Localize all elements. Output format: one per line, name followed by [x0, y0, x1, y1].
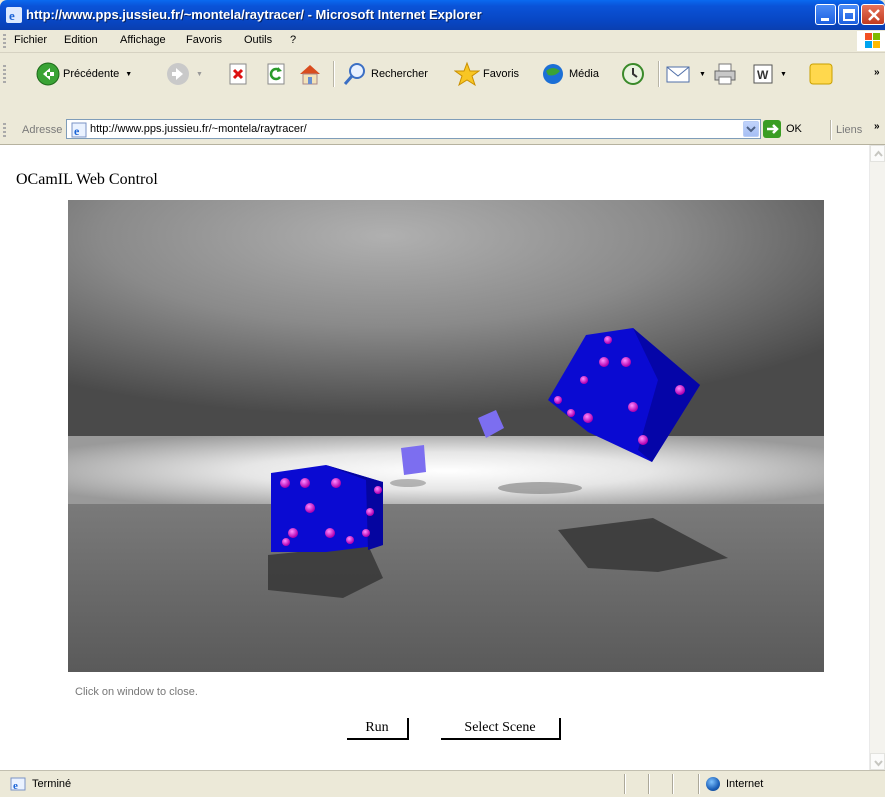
status-separator [624, 774, 626, 794]
select-scene-button[interactable]: Select Scene [441, 718, 561, 740]
media-button[interactable]: Média [540, 61, 599, 87]
forward-button[interactable]: ▼ [166, 61, 203, 87]
run-button[interactable]: Run [347, 718, 409, 740]
menu-fichier[interactable]: Fichier [14, 34, 47, 46]
print-icon [714, 63, 736, 85]
word-icon: W [753, 64, 773, 84]
messenger-button[interactable] [808, 61, 834, 87]
status-separator [698, 774, 700, 794]
close-hint: Click on window to close. [75, 686, 198, 698]
home-button[interactable] [298, 61, 322, 87]
word-button[interactable]: W ▼ [752, 61, 787, 87]
security-zone: Internet [726, 778, 764, 790]
toolbar-overflow-chevron[interactable]: » [874, 67, 880, 78]
toolbar-separator [333, 61, 335, 87]
svg-text:e: e [13, 780, 18, 791]
back-button[interactable]: Précédente ▼ [36, 61, 132, 87]
mail-button[interactable]: ▼ [665, 61, 706, 87]
search-label: Rechercher [371, 68, 428, 80]
chevron-down-icon[interactable]: ▼ [780, 71, 787, 78]
close-button[interactable] [861, 4, 885, 25]
go-label: OK [786, 123, 802, 135]
status-separator [648, 774, 650, 794]
page-title: OCamIL Web Control [16, 171, 158, 188]
mail-icon [666, 66, 690, 83]
go-arrow-icon [763, 120, 781, 138]
vertical-scrollbar[interactable] [869, 145, 885, 770]
menu-affichage[interactable]: Affichage [120, 34, 166, 46]
links-overflow-chevron[interactable]: » [874, 121, 880, 132]
chevron-up-icon [874, 150, 883, 157]
refresh-icon [267, 63, 285, 85]
favorites-button[interactable]: Favoris [454, 61, 519, 87]
menu-edition[interactable]: Edition [64, 34, 98, 46]
toolbar-separator [830, 120, 832, 140]
media-icon [543, 64, 563, 84]
chevron-down-icon[interactable]: ▼ [699, 71, 706, 78]
back-arrow-icon [36, 62, 60, 86]
address-dropdown-button[interactable] [743, 121, 759, 137]
menu-favoris[interactable]: Favoris [186, 34, 222, 46]
chevron-down-icon [874, 760, 883, 767]
toolbar-grip[interactable] [3, 65, 6, 85]
address-field[interactable]: e http://www.pps.jussieu.fr/~montela/ray… [66, 119, 761, 139]
home-icon [300, 65, 320, 85]
scroll-up-button[interactable] [870, 145, 885, 162]
windows-logo-icon [857, 31, 885, 51]
forward-arrow-icon [167, 63, 189, 85]
svg-text:e: e [9, 8, 15, 23]
maximize-button[interactable] [838, 4, 859, 25]
close-icon [868, 9, 880, 21]
scroll-down-button[interactable] [870, 753, 885, 770]
history-icon [622, 63, 644, 85]
window-title-bar[interactable]: e http://www.pps.jussieu.fr/~montela/ray… [0, 0, 885, 30]
go-button[interactable]: OK [763, 120, 802, 138]
svg-text:W: W [757, 68, 769, 82]
toolbar-grip[interactable] [3, 123, 6, 137]
status-text: Terminé [32, 778, 72, 790]
favorites-label: Favoris [483, 68, 520, 80]
minimize-icon [821, 18, 829, 21]
print-button[interactable] [712, 61, 738, 87]
stop-button[interactable] [228, 61, 248, 87]
ie-icon: e [6, 7, 22, 23]
messenger-icon [809, 63, 833, 85]
page-content: OCamIL Web Control Click on window to cl… [0, 145, 869, 770]
stop-icon [229, 63, 247, 85]
status-separator [672, 774, 674, 794]
menu-outils[interactable]: Outils [244, 34, 272, 46]
address-url[interactable]: http://www.pps.jussieu.fr/~montela/raytr… [90, 123, 307, 135]
standard-toolbar: Précédente ▼ ▼ Rechercher Favoris Média … [0, 53, 885, 117]
menu-help[interactable]: ? [290, 34, 296, 46]
address-label: Adresse [22, 124, 63, 136]
search-icon [343, 63, 365, 85]
minimize-button[interactable] [815, 4, 836, 25]
page-icon: e [71, 122, 87, 138]
chevron-down-icon[interactable]: ▼ [125, 71, 132, 78]
chevron-down-icon [746, 126, 756, 133]
raytraced-scene [68, 200, 824, 672]
raytracer-render[interactable] [68, 200, 824, 672]
chevron-down-icon[interactable]: ▼ [196, 71, 203, 78]
svg-text:e: e [74, 124, 80, 138]
star-icon [454, 61, 480, 87]
back-label: Précédente [63, 68, 120, 80]
address-bar: Adresse e http://www.pps.jussieu.fr/~mon… [0, 116, 885, 145]
toolbar-grip[interactable] [3, 34, 6, 48]
media-label: Média [569, 68, 599, 80]
menu-bar: Fichier Edition Affichage Favoris Outils… [0, 30, 885, 53]
toolbar-separator [658, 61, 660, 87]
globe-icon [706, 777, 720, 791]
status-bar: e Terminé Internet [0, 770, 885, 797]
window-title: http://www.pps.jussieu.fr/~montela/raytr… [26, 7, 482, 22]
history-button[interactable] [620, 61, 646, 87]
refresh-button[interactable] [266, 61, 286, 87]
page-done-icon: e [10, 777, 26, 791]
links-toolbar[interactable]: Liens [836, 124, 862, 136]
maximize-icon [843, 9, 855, 21]
search-button[interactable]: Rechercher [342, 61, 428, 87]
